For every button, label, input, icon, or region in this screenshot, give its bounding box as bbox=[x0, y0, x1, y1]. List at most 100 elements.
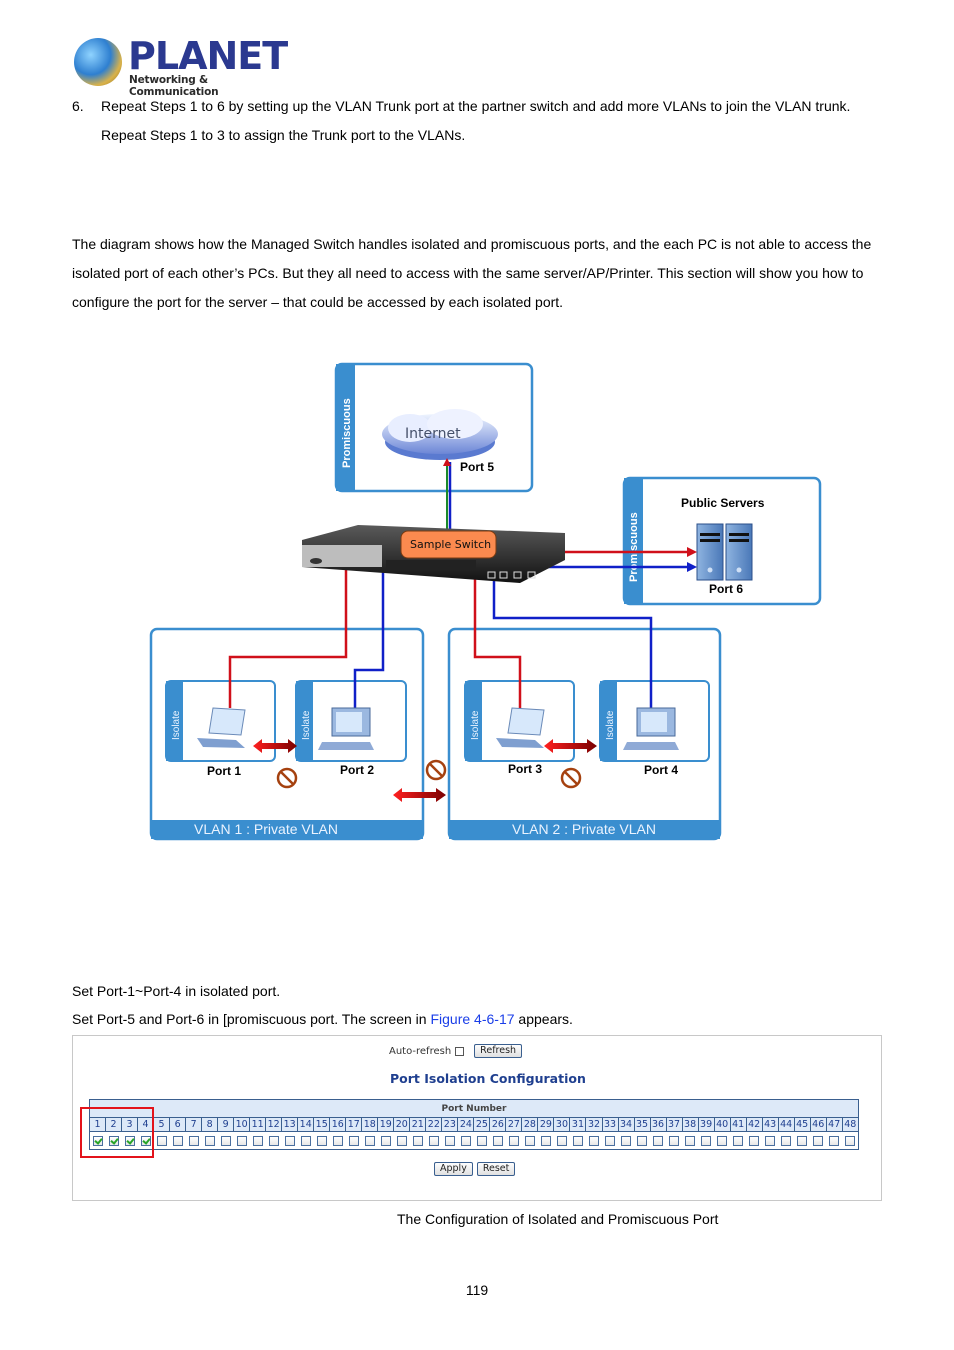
figure-caption: The Configuration of Isolated and Promis… bbox=[397, 1211, 719, 1227]
port-checkbox-cell bbox=[538, 1132, 554, 1149]
port-9-checkbox[interactable] bbox=[221, 1135, 231, 1146]
port-41-checkbox[interactable] bbox=[733, 1135, 743, 1146]
port-39-checkbox[interactable] bbox=[701, 1135, 711, 1146]
port-checkbox-cell bbox=[698, 1132, 714, 1149]
port-10-checkbox[interactable] bbox=[237, 1135, 247, 1146]
port-checkbox-cell bbox=[618, 1132, 634, 1149]
reset-button[interactable]: Reset bbox=[476, 1162, 516, 1176]
port-isolation-table: Port Number 1 2 3 4 5 6 7 8 9 10 11 12 13 14 15 16 17 18 1… bbox=[89, 1099, 859, 1150]
port-number-cell: 18 bbox=[361, 1118, 377, 1131]
port-checkbox-cell bbox=[458, 1132, 474, 1149]
port-32-checkbox[interactable] bbox=[589, 1135, 599, 1146]
servers-zone: Promiscuous Public Servers Port 6 bbox=[622, 476, 822, 606]
port-checkbox-cell bbox=[442, 1132, 458, 1149]
port-number-cell: 34 bbox=[617, 1118, 634, 1131]
port-number-cell: 27 bbox=[505, 1118, 521, 1131]
port-21-checkbox[interactable] bbox=[413, 1135, 423, 1146]
refresh-button[interactable]: Refresh bbox=[474, 1044, 523, 1058]
port-35-checkbox[interactable] bbox=[637, 1135, 647, 1146]
port-42-checkbox[interactable] bbox=[749, 1135, 759, 1146]
port-17-checkbox[interactable] bbox=[349, 1135, 359, 1146]
port-checkbox-cell bbox=[570, 1132, 586, 1149]
port-25-checkbox[interactable] bbox=[477, 1135, 487, 1146]
port-number-cell: 12 bbox=[265, 1118, 281, 1131]
port-11-checkbox[interactable] bbox=[253, 1135, 263, 1146]
port-26-checkbox[interactable] bbox=[493, 1135, 503, 1146]
port-number-cell: 15 bbox=[313, 1118, 329, 1131]
port-checkbox-cell bbox=[762, 1132, 778, 1149]
port-checkbox-cell bbox=[778, 1132, 794, 1149]
port-12-checkbox[interactable] bbox=[269, 1135, 279, 1146]
auto-refresh-checkbox[interactable] bbox=[455, 1046, 465, 1056]
port-27-checkbox[interactable] bbox=[509, 1135, 519, 1146]
apply-button[interactable]: Apply bbox=[434, 1162, 473, 1176]
port-36-checkbox[interactable] bbox=[653, 1135, 663, 1146]
port-number-cell: 16 bbox=[329, 1118, 345, 1131]
port-8-checkbox[interactable] bbox=[205, 1135, 215, 1146]
port-number-cell: 45 bbox=[793, 1118, 810, 1131]
port-number-cell: 40 bbox=[713, 1118, 730, 1131]
port-13-checkbox[interactable] bbox=[285, 1135, 295, 1146]
port-23-checkbox[interactable] bbox=[445, 1135, 455, 1146]
port-40-checkbox[interactable] bbox=[717, 1135, 727, 1146]
port-43-checkbox[interactable] bbox=[765, 1135, 775, 1146]
port-16-checkbox[interactable] bbox=[333, 1135, 343, 1146]
port-number-cell: 11 bbox=[249, 1118, 265, 1131]
port-30-checkbox[interactable] bbox=[557, 1135, 567, 1146]
port-15-checkbox[interactable] bbox=[317, 1135, 327, 1146]
port-checkbox-cell bbox=[250, 1132, 266, 1149]
port3-label: Port 3 bbox=[508, 762, 542, 776]
port-checkbox-cell bbox=[378, 1132, 394, 1149]
port-47-checkbox[interactable] bbox=[829, 1135, 839, 1146]
intro-paragraph: The diagram shows how the Managed Switch… bbox=[72, 236, 872, 310]
port-44-checkbox[interactable] bbox=[781, 1135, 791, 1146]
auto-refresh-label: Auto-refresh bbox=[389, 1045, 452, 1057]
port-34-checkbox[interactable] bbox=[621, 1135, 631, 1146]
port-checkbox-cell bbox=[186, 1132, 202, 1149]
port-checkbox-cell bbox=[506, 1132, 522, 1149]
port-checkbox-cell bbox=[298, 1132, 314, 1149]
port-45-checkbox[interactable] bbox=[797, 1135, 807, 1146]
internet-label: Internet bbox=[405, 426, 461, 442]
port-24-checkbox[interactable] bbox=[461, 1135, 471, 1146]
port-6-checkbox[interactable] bbox=[173, 1135, 183, 1146]
port-checkbox-cell bbox=[634, 1132, 650, 1149]
auto-refresh-row: Auto-refresh Refresh bbox=[389, 1044, 523, 1058]
port-38-checkbox[interactable] bbox=[685, 1135, 695, 1146]
port-20-checkbox[interactable] bbox=[397, 1135, 407, 1146]
port-37-checkbox[interactable] bbox=[669, 1135, 679, 1146]
port-14-checkbox[interactable] bbox=[301, 1135, 311, 1146]
port-5-checkbox[interactable] bbox=[157, 1135, 167, 1146]
port-checkbox-row bbox=[90, 1132, 858, 1149]
port-33-checkbox[interactable] bbox=[605, 1135, 615, 1146]
step-number: 6. bbox=[72, 98, 84, 114]
port-number-cell: 39 bbox=[697, 1118, 714, 1131]
port-29-checkbox[interactable] bbox=[541, 1135, 551, 1146]
instruction-line2-tail: appears. bbox=[514, 1011, 573, 1027]
port-31-checkbox[interactable] bbox=[573, 1135, 583, 1146]
port-checkbox-cell bbox=[810, 1132, 826, 1149]
port-19-checkbox[interactable] bbox=[381, 1135, 391, 1146]
port-7-checkbox[interactable] bbox=[189, 1135, 199, 1146]
port-checkbox-cell bbox=[170, 1132, 186, 1149]
port-48-checkbox[interactable] bbox=[845, 1135, 855, 1146]
vlan2-zone: VLAN 2 : Private VLAN Isolate Isolate Po… bbox=[447, 627, 722, 841]
port-number-cell: 28 bbox=[521, 1118, 537, 1131]
port-18-checkbox[interactable] bbox=[365, 1135, 375, 1146]
port1-label: Port 1 bbox=[207, 764, 241, 778]
port-46-checkbox[interactable] bbox=[813, 1135, 823, 1146]
port-22-checkbox[interactable] bbox=[429, 1135, 439, 1146]
isolate-label-port2: Isolate bbox=[301, 710, 312, 740]
port-checkbox-cell bbox=[330, 1132, 346, 1149]
port-checkbox-cell bbox=[394, 1132, 410, 1149]
figure-link[interactable]: Figure 4-6-17 bbox=[430, 1011, 514, 1027]
port-checkbox-cell bbox=[218, 1132, 234, 1149]
port-checkbox-cell bbox=[314, 1132, 330, 1149]
port-checkbox-cell bbox=[746, 1132, 762, 1149]
port-28-checkbox[interactable] bbox=[525, 1135, 535, 1146]
port-checkbox-cell bbox=[826, 1132, 842, 1149]
port-checkbox-cell bbox=[554, 1132, 570, 1149]
port-checkbox-cell bbox=[730, 1132, 746, 1149]
highlight-box bbox=[80, 1107, 154, 1158]
public-servers-title: Public Servers bbox=[681, 496, 765, 510]
